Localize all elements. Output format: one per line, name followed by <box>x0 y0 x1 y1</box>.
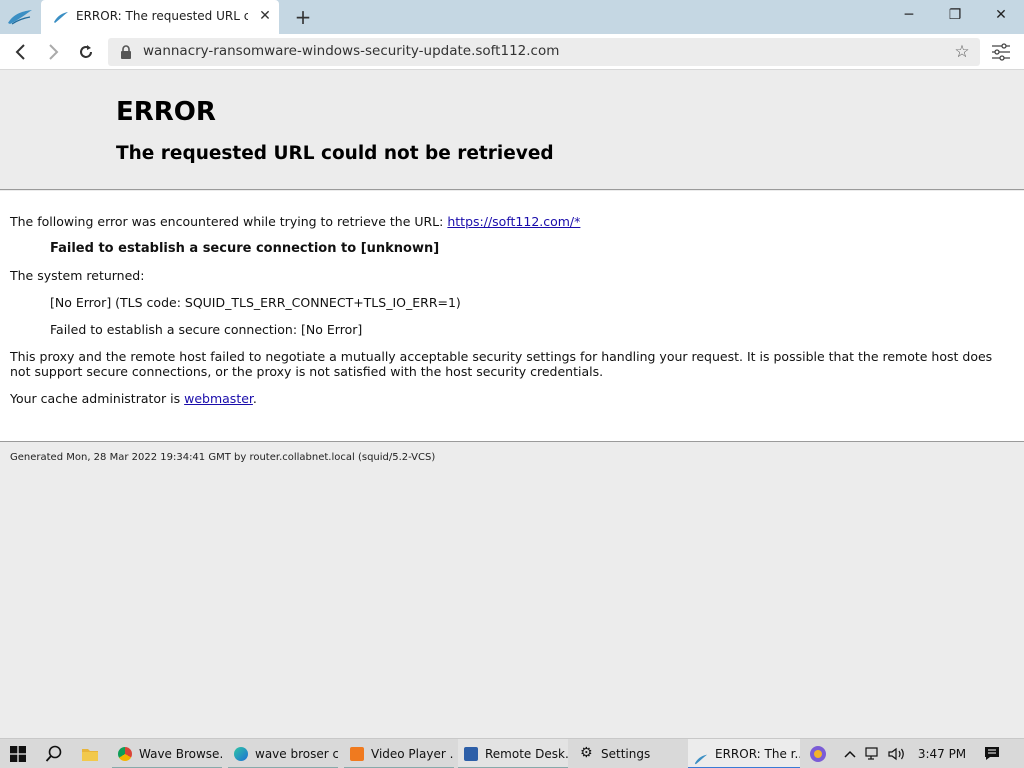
taskbar-item-label: Wave Browse... <box>139 747 222 761</box>
taskbar-item-wave-error[interactable]: ERROR: The r... <box>688 739 800 768</box>
error-details: The following error was encountered whil… <box>0 191 1024 442</box>
volume-icon[interactable] <box>886 739 908 768</box>
admin-suffix: . <box>252 391 257 406</box>
admin-text: Your cache administrator is webmaster. <box>10 391 257 406</box>
lock-icon[interactable] <box>120 45 132 59</box>
address-bar[interactable]: wannacry-ransomware-windows-security-upd… <box>108 38 980 66</box>
chrome-icon <box>118 747 132 761</box>
taskbar-item-settings[interactable]: ⚙ Settings <box>574 739 684 768</box>
notifications-icon[interactable] <box>978 739 1006 768</box>
back-button[interactable] <box>8 39 34 65</box>
tab-title: ERROR: The requested URL could not be re… <box>76 9 248 23</box>
network-icon[interactable] <box>862 739 884 768</box>
wave-favicon-icon <box>54 12 68 23</box>
video-player-icon <box>350 747 364 761</box>
admin-label: Your cache administrator is <box>10 391 185 406</box>
wave-icon <box>694 747 708 765</box>
close-window-button[interactable]: ✕ <box>978 0 1024 30</box>
reload-button[interactable] <box>73 39 99 65</box>
taskbar-item-video-player[interactable]: Video Player ... <box>344 739 454 768</box>
search-icon[interactable] <box>45 745 63 763</box>
taskbar-item-label: Remote Desk... <box>485 747 568 761</box>
file-explorer-icon[interactable] <box>81 746 99 762</box>
wave-logo-icon[interactable] <box>6 7 34 27</box>
taskbar: Wave Browse... wave broser c... Video Pl… <box>0 738 1024 768</box>
page-content: ERROR The requested URL could not be ret… <box>0 70 1024 738</box>
requested-url-link[interactable]: https://soft112.com/* <box>447 214 580 229</box>
generated-footer: Generated Mon, 28 Mar 2022 19:34:41 GMT … <box>10 452 436 463</box>
arrow-left-icon <box>15 44 25 60</box>
url-text[interactable]: wannacry-ransomware-windows-security-upd… <box>143 43 559 59</box>
arrow-right-icon <box>49 44 59 60</box>
maximize-button[interactable]: ❐ <box>932 0 978 30</box>
tray-app-icon[interactable] <box>806 739 830 768</box>
taskbar-item-edge[interactable]: wave broser c... <box>228 739 338 768</box>
forward-button[interactable] <box>40 39 66 65</box>
taskbar-item-remote-desktop[interactable]: Remote Desk... <box>458 739 568 768</box>
explanation-text: This proxy and the remote host failed to… <box>10 349 993 379</box>
new-tab-button[interactable]: + <box>292 6 314 28</box>
title-bar: ERROR: The requested URL could not be re… <box>0 0 1024 34</box>
page-subtitle: The requested URL could not be retrieved <box>116 143 554 164</box>
bookmark-star-icon[interactable]: ☆ <box>952 42 972 62</box>
taskbar-item-label: Video Player ... <box>371 747 454 761</box>
minimize-button[interactable]: ─ <box>886 0 932 30</box>
remote-desktop-icon <box>464 747 478 761</box>
intro-label: The following error was encountered whil… <box>10 214 444 229</box>
browser-tab[interactable]: ERROR: The requested URL could not be re… <box>41 0 279 34</box>
error-header: ERROR The requested URL could not be ret… <box>0 70 1024 190</box>
taskbar-item-label: Settings <box>601 747 651 761</box>
clock[interactable]: 3:47 PM <box>912 739 972 768</box>
error-message: Failed to establish a secure connection … <box>50 241 440 256</box>
taskbar-item-wave-browser[interactable]: Wave Browse... <box>112 739 222 768</box>
chevron-up-icon[interactable] <box>840 739 860 768</box>
settings-sliders-icon[interactable] <box>990 42 1012 62</box>
page-title: ERROR <box>116 97 216 127</box>
gear-icon: ⚙ <box>580 745 593 761</box>
reload-icon <box>80 45 92 58</box>
taskbar-item-label: wave broser c... <box>255 747 338 761</box>
system-returned-label: The system returned: <box>10 268 145 283</box>
windows-start-icon[interactable] <box>10 746 26 762</box>
webmaster-link[interactable]: webmaster <box>184 391 253 406</box>
system-error-line: [No Error] (TLS code: SQUID_TLS_ERR_CONN… <box>50 295 461 310</box>
edge-icon <box>234 747 248 761</box>
system-error-detail: Failed to establish a secure connection:… <box>50 322 363 337</box>
taskbar-item-label: ERROR: The r... <box>715 747 800 761</box>
browser-toolbar: wannacry-ransomware-windows-security-upd… <box>0 34 1024 70</box>
tab-close-icon[interactable]: ✕ <box>257 8 273 24</box>
intro-text: The following error was encountered whil… <box>10 214 580 229</box>
